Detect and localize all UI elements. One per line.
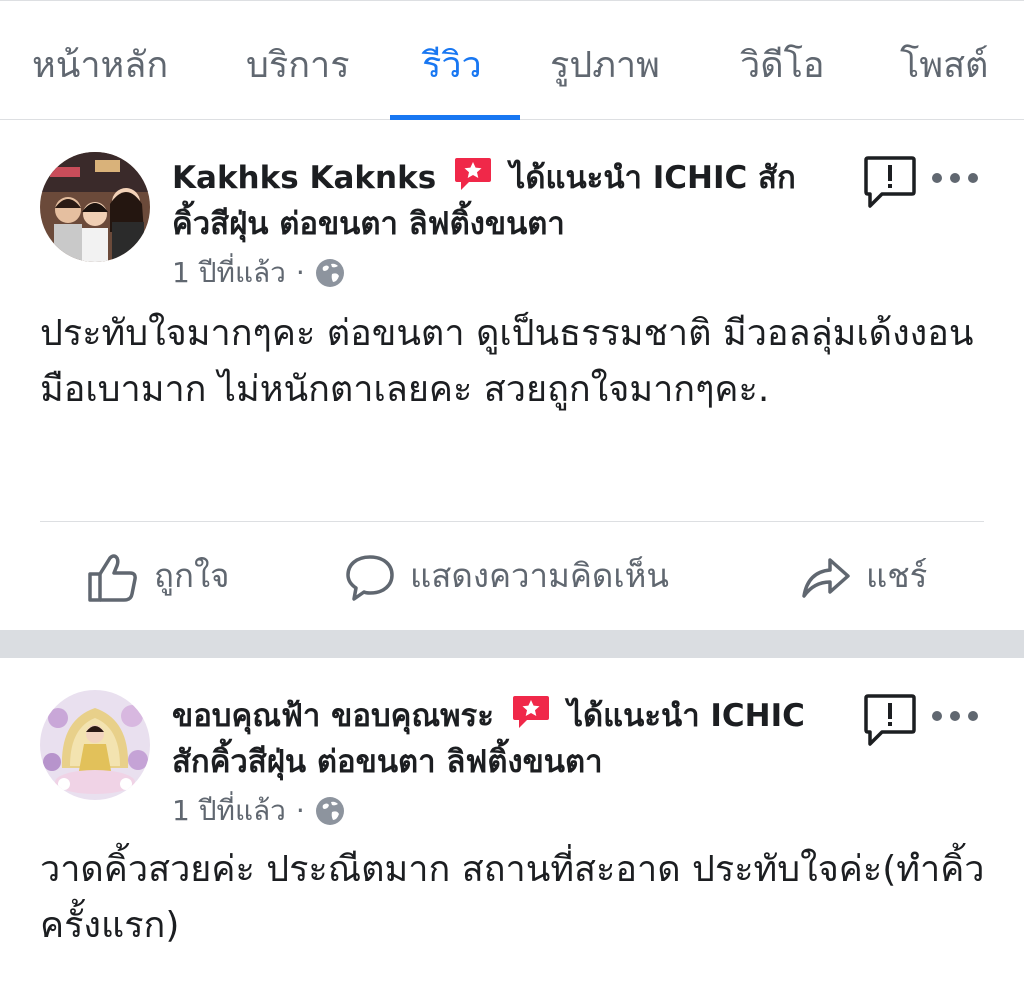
- avatar-photo-icon: [40, 690, 150, 800]
- tab-home[interactable]: หน้าหลัก: [32, 41, 168, 91]
- review-card: ขอบคุณฟ้า ขอบคุณพระ ได้แนะนำ ICHIC สักคิ…: [0, 658, 1024, 989]
- feed-separator: [0, 630, 1024, 658]
- review-author-name[interactable]: Kakhks Kaknks: [172, 160, 436, 196]
- thumbs-up-icon: [88, 553, 137, 602]
- share-label: แชร์: [866, 556, 928, 595]
- page-tabs: หน้าหลัก บริการ รีวิว รูปภาพ วิดีโอ โพสต…: [0, 0, 1024, 120]
- avatar[interactable]: [40, 152, 150, 262]
- review-meta: 1 ปีที่แล้ว ·: [172, 253, 345, 293]
- like-button[interactable]: ถูกใจ: [86, 548, 229, 604]
- tab-services[interactable]: บริการ: [246, 41, 350, 91]
- review-author-name[interactable]: ขอบคุณฟ้า ขอบคุณพระ: [172, 698, 494, 734]
- tab-videos[interactable]: วิดีโอ: [740, 41, 825, 91]
- meta-separator: ·: [295, 256, 305, 289]
- report-icon[interactable]: [862, 154, 918, 210]
- tab-photos[interactable]: รูปภาพ: [550, 41, 660, 91]
- comment-button[interactable]: แสดงความคิดเห็น: [344, 548, 669, 604]
- more-icon[interactable]: [930, 162, 980, 192]
- globe-icon: [315, 258, 345, 288]
- recommend-icon: [511, 694, 551, 728]
- review-meta: 1 ปีที่แล้ว ·: [172, 791, 345, 831]
- review-card: Kakhks Kaknks ได้แนะนำ ICHIC สักคิ้วสีฝุ…: [0, 120, 1024, 630]
- avatar-photo-icon: [40, 152, 150, 262]
- review-time[interactable]: 1 ปีที่แล้ว: [172, 256, 286, 289]
- review-author-line: ขอบคุณฟ้า ขอบคุณพระ ได้แนะนำ ICHIC สักคิ…: [172, 693, 832, 785]
- review-author-line: Kakhks Kaknks ได้แนะนำ ICHIC สักคิ้วสีฝุ…: [172, 155, 832, 247]
- review-actions: ถูกใจ แสดงความคิดเห็น แชร์: [0, 522, 1024, 630]
- tab-reviews[interactable]: รีวิว: [422, 41, 482, 91]
- tab-posts[interactable]: โพสต์: [900, 41, 988, 91]
- comment-label: แสดงความคิดเห็น: [410, 556, 669, 595]
- review-time[interactable]: 1 ปีที่แล้ว: [172, 794, 286, 827]
- like-label: ถูกใจ: [154, 556, 230, 595]
- avatar[interactable]: [40, 690, 150, 800]
- globe-icon: [315, 796, 345, 826]
- review-body: ประทับใจมากๆคะ ต่อขนตา ดูเป็นธรรมชาติ มี…: [40, 313, 974, 410]
- share-icon: [802, 557, 850, 598]
- meta-separator: ·: [295, 794, 305, 827]
- review-body: วาดคิ้วสวยค่ะ ประณีตมาก สถานที่สะอาด ประ…: [40, 849, 985, 946]
- comment-icon: [346, 554, 394, 601]
- share-button[interactable]: แชร์: [800, 548, 927, 604]
- report-icon[interactable]: [862, 692, 918, 748]
- recommend-icon: [453, 156, 493, 190]
- more-icon[interactable]: [930, 700, 980, 730]
